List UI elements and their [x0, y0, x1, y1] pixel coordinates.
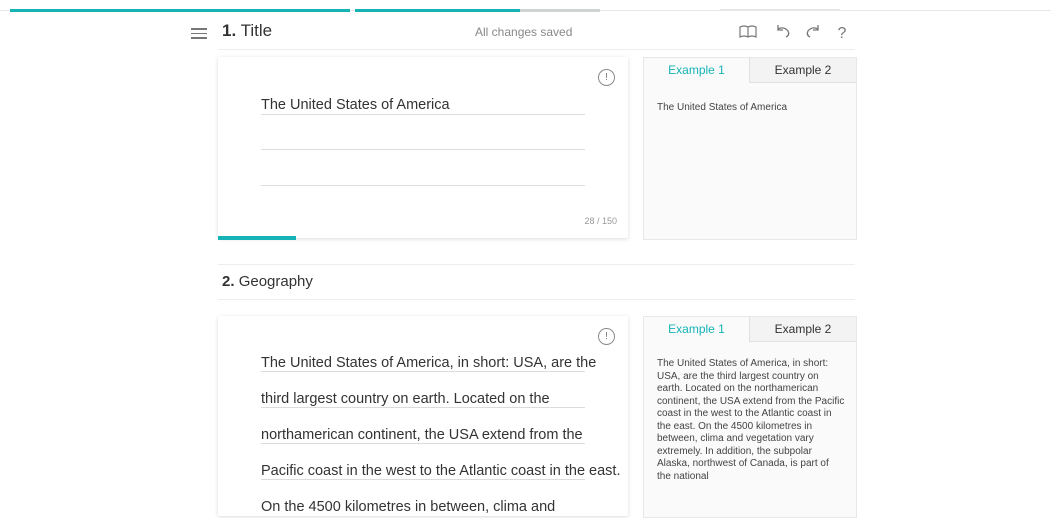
text-line: [261, 114, 585, 115]
progress-segment: [355, 9, 520, 12]
tab-example-2[interactable]: Example 2: [749, 58, 856, 83]
header-divider: [218, 49, 855, 50]
text-line: [261, 371, 585, 372]
text-line: [261, 443, 585, 444]
comment-icon[interactable]: !: [598, 69, 615, 86]
text-line-content[interactable]: On the 4500 kilometres in between, clima…: [261, 499, 555, 515]
help-icon[interactable]: ?: [832, 24, 852, 44]
editor-header: 1. Title All changes saved ?: [0, 20, 1051, 50]
text-line: [261, 149, 585, 150]
comment-icon[interactable]: !: [598, 328, 615, 345]
section-label: Geography: [238, 273, 313, 290]
examples-panel-2: Example 1 Example 2 The United States of…: [643, 316, 857, 518]
progress-segment: [10, 9, 350, 12]
text-line: [261, 407, 585, 408]
section-divider: [218, 264, 855, 265]
field-progress-bar: [218, 236, 296, 240]
book-icon[interactable]: [738, 24, 758, 44]
section-title: 2. Geography: [222, 273, 313, 290]
character-counter: 28 / 150: [584, 216, 617, 226]
text-line-content[interactable]: third largest country on earth. Located …: [261, 391, 550, 407]
text-line-content[interactable]: Pacific coast in the west to the Atlanti…: [261, 463, 620, 479]
text-line: [261, 479, 585, 480]
undo-icon[interactable]: [773, 24, 793, 44]
title-editor-card: ! The United States of America 28 / 150: [218, 57, 628, 240]
title-field-text[interactable]: The United States of America: [261, 97, 450, 113]
text-line: [261, 185, 585, 186]
section-divider: [218, 299, 855, 300]
tab-example-1[interactable]: Example 1: [644, 317, 749, 341]
tab-example-1[interactable]: Example 1: [644, 58, 749, 82]
text-line-content[interactable]: The United States of America, in short: …: [261, 355, 596, 371]
top-progress: [0, 0, 1051, 12]
examples-panel-1: Example 1 Example 2 The United States of…: [643, 57, 857, 240]
text-line-content[interactable]: northamerican continent, the USA extend …: [261, 427, 583, 443]
page-title: 1. Title: [222, 21, 272, 41]
progress-segment-faded: [720, 9, 840, 10]
menu-icon[interactable]: [191, 25, 207, 39]
save-status: All changes saved: [475, 25, 573, 39]
section-label: Title: [240, 21, 273, 40]
example-text: The United States of America, in short: …: [657, 358, 845, 482]
progress-segment-faded: [520, 9, 600, 12]
example-text: The United States of America: [657, 102, 788, 113]
tab-example-2[interactable]: Example 2: [749, 317, 856, 342]
geography-editor-card: ! The United States of America, in short…: [218, 316, 628, 516]
redo-icon[interactable]: [803, 24, 823, 44]
section-number: 1.: [222, 21, 237, 40]
section-number: 2.: [222, 273, 235, 290]
